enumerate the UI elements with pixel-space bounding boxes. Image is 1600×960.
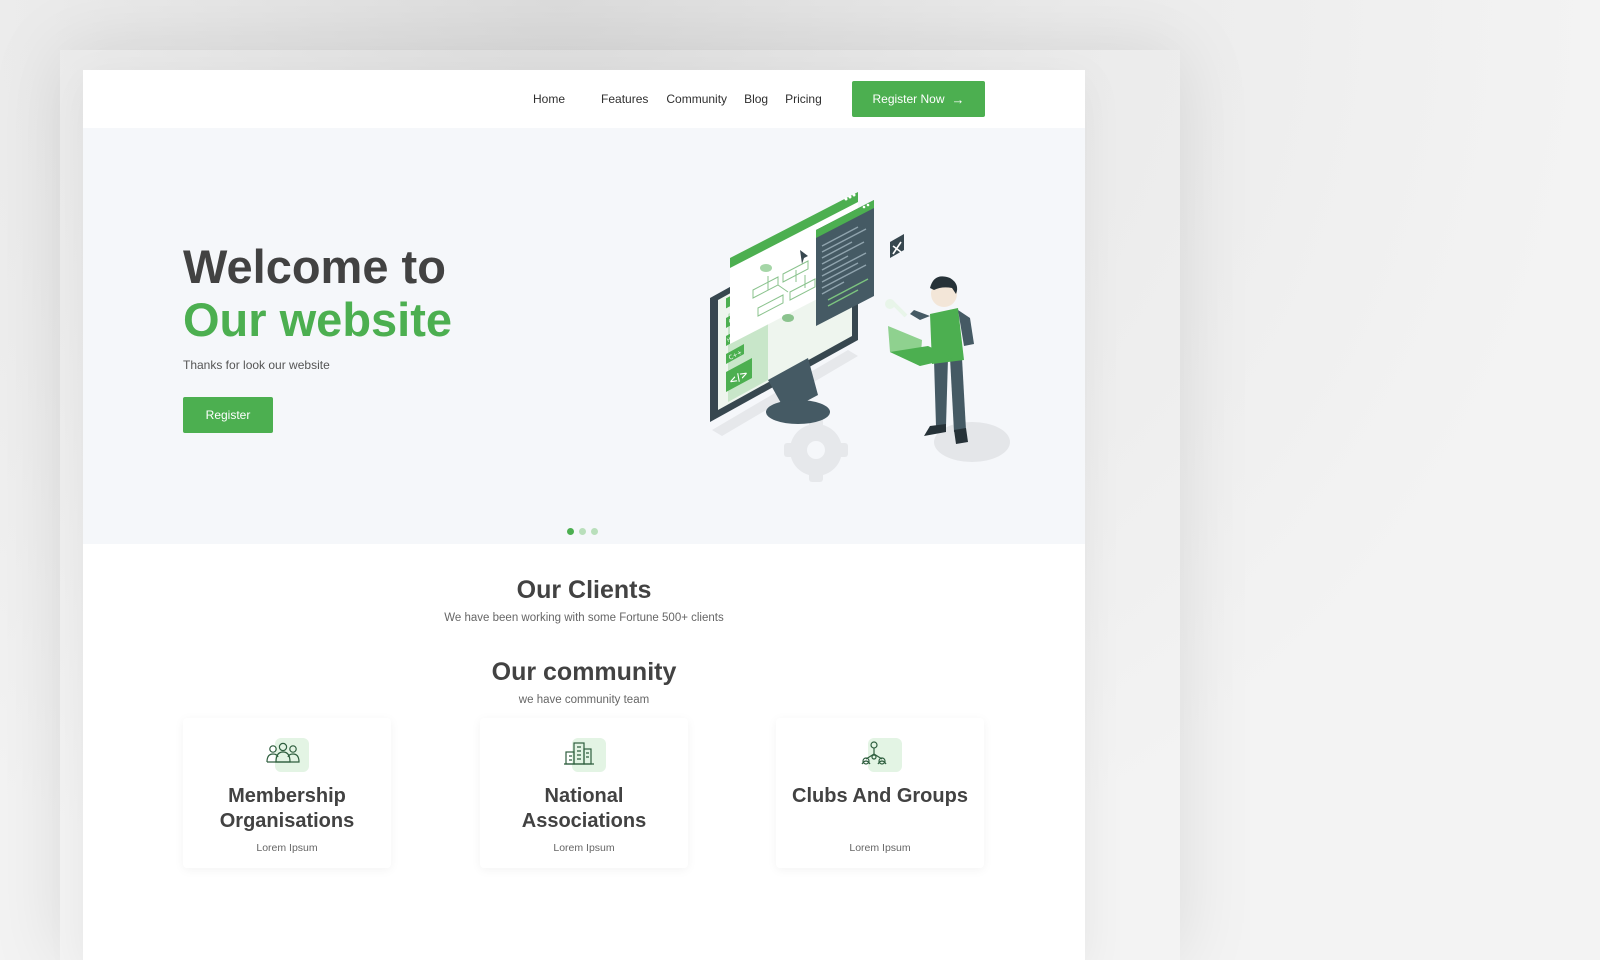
nav-link-blog[interactable]: Blog — [744, 92, 768, 106]
hero-title-line2: Our website — [183, 293, 453, 346]
card-description: Lorem Ipsum — [256, 842, 318, 854]
community-card-membership[interactable]: Membership Organisations Lorem Ipsum — [183, 718, 391, 868]
carousel-dots — [567, 528, 598, 535]
network-icon — [861, 741, 887, 765]
card-icon-wrapper — [858, 738, 902, 774]
community-subtitle: we have community team — [518, 694, 650, 706]
navbar: Home Features Community Blog Pricing Reg… — [83, 70, 1085, 128]
carousel-dot-3[interactable] — [591, 528, 598, 535]
nav-link-features[interactable]: Features — [601, 92, 648, 106]
arrow-right-icon: → — [951, 91, 965, 107]
carousel-dot-2[interactable] — [579, 528, 586, 535]
community-card-national[interactable]: National Associations Lorem Ipsum — [480, 718, 688, 868]
community-title: Our community — [491, 658, 677, 686]
nav-link-pricing[interactable]: Pricing — [785, 92, 822, 106]
hero-title-line1: Welcome to — [183, 240, 446, 293]
carousel-dot-1[interactable] — [567, 528, 574, 535]
card-title: Membership Organisations — [219, 785, 355, 832]
card-description: Lorem Ipsum — [849, 842, 911, 854]
card-icon-wrapper — [265, 738, 309, 774]
register-now-button[interactable]: Register Now → — [852, 81, 985, 117]
register-button[interactable]: Register — [183, 397, 273, 433]
people-group-icon — [266, 742, 300, 763]
developer-illustration: CSS HTML C++ </> — [710, 192, 1010, 482]
person-figure — [885, 276, 974, 444]
clients-title: Our Clients — [516, 576, 652, 604]
nav-link-home[interactable]: Home — [533, 92, 565, 106]
card-title: National Associations — [521, 785, 647, 832]
community-card-clubs[interactable]: Clubs And Groups Lorem Ipsum — [776, 718, 984, 868]
gear-icon — [784, 418, 848, 482]
hero-section: Welcome to Our website Thanks for look o… — [83, 128, 1085, 544]
clients-subtitle: We have been working with some Fortune 5… — [444, 612, 724, 624]
building-icon — [564, 742, 594, 765]
card-description: Lorem Ipsum — [553, 842, 615, 854]
web-page: Home Features Community Blog Pricing Reg… — [83, 70, 1085, 960]
hero-title: Welcome to Our website — [183, 240, 452, 346]
card-title: Clubs And Groups — [792, 785, 968, 807]
card-icon-wrapper — [562, 738, 606, 774]
register-now-label: Register Now — [872, 92, 945, 106]
nav-menu: Home Features Community Blog Pricing — [533, 70, 822, 128]
nav-link-community[interactable]: Community — [666, 92, 727, 106]
close-icon — [890, 234, 904, 258]
hero-subtitle: Thanks for look our website — [183, 358, 330, 372]
